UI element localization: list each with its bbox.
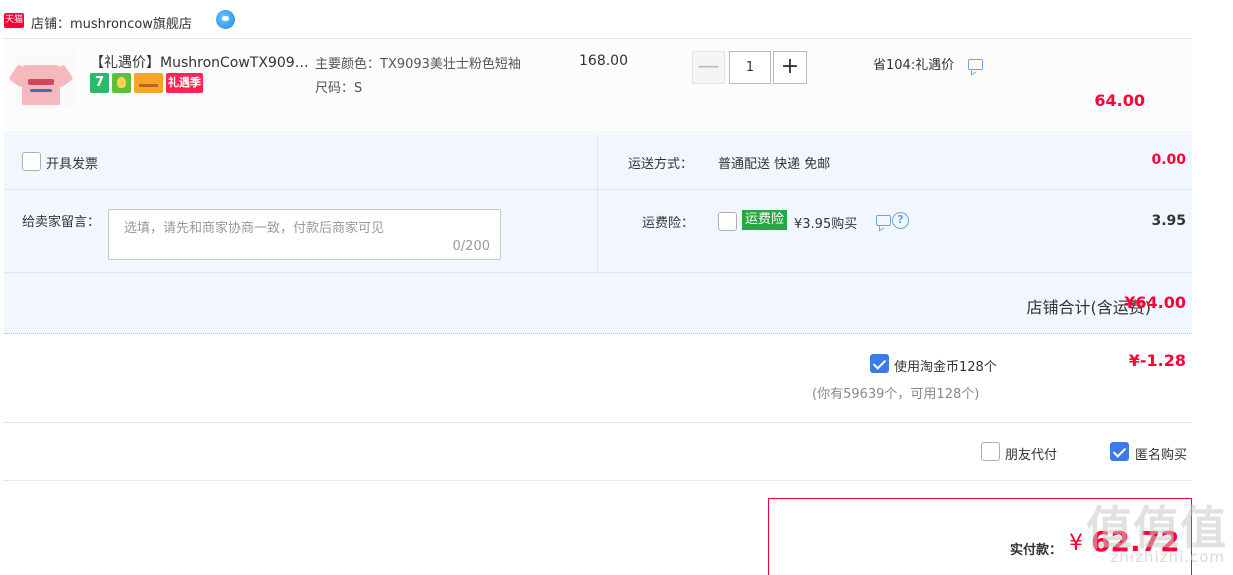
shipping-label: 运送方式： bbox=[628, 157, 694, 172]
coin-balance-note: (你有59639个，可用128个) bbox=[812, 387, 980, 402]
insurance-label: 运费险： bbox=[642, 216, 695, 231]
discount-text: 省104:礼遇价 bbox=[873, 58, 955, 73]
invoice-label[interactable]: 开具发票 bbox=[46, 153, 98, 172]
item-total-price: 64.00 bbox=[1094, 91, 1145, 110]
payment-label: 实付款： bbox=[1010, 543, 1063, 558]
comment-icon[interactable] bbox=[968, 59, 983, 70]
divider bbox=[4, 272, 1192, 273]
product-title-link[interactable]: 【礼遇价】MushronCowTX9093美壮士粉色短袖 bbox=[90, 52, 310, 72]
insurance-badge: 运费险 bbox=[742, 210, 788, 230]
quantity-increase-button[interactable]: + bbox=[773, 51, 807, 84]
char-count: 0/200 bbox=[452, 239, 490, 254]
shop-subtotal-value: ¥64.00 bbox=[1124, 293, 1186, 312]
shop-name-link[interactable]: 店铺：mushroncow旗舰店 bbox=[31, 13, 192, 32]
credit-card-icon bbox=[134, 73, 163, 93]
insurance-price: ¥3.95购买 bbox=[794, 217, 858, 232]
friend-pay-checkbox[interactable] bbox=[981, 442, 1000, 461]
seller-message-placeholder: 选填，请先和商家协商一致，付款后商家可见 bbox=[124, 221, 385, 236]
product-thumbnail[interactable] bbox=[8, 49, 76, 109]
insurance-fee: 3.95 bbox=[1151, 213, 1186, 229]
invoice-checkbox[interactable] bbox=[22, 152, 41, 171]
currency-symbol: ¥ bbox=[1069, 531, 1083, 556]
divider bbox=[597, 134, 598, 272]
sku-color: 主要颜色：TX9093美壮士粉色短袖 bbox=[315, 57, 521, 72]
unit-price: 168.00 bbox=[579, 53, 628, 69]
sku-info: 主要颜色：TX9093美壮士粉色短袖 尺码：S bbox=[315, 53, 555, 101]
divider bbox=[4, 422, 1192, 423]
help-icon[interactable]: ? bbox=[892, 212, 909, 229]
divider bbox=[4, 480, 1192, 481]
shop-header: 天猫 店铺：mushroncow旗舰店 bbox=[0, 6, 1192, 34]
tshirt-wave bbox=[30, 89, 52, 92]
tshirt-print bbox=[28, 79, 54, 85]
medal-icon bbox=[112, 73, 131, 93]
wangwang-chat-icon[interactable] bbox=[216, 10, 235, 29]
order-item-row: 【礼遇价】MushronCowTX9093美壮士粉色短袖 7 礼遇季 主要颜色：… bbox=[4, 38, 1192, 133]
coin-discount: ¥-1.28 bbox=[1128, 351, 1186, 370]
quantity-input[interactable]: 1 bbox=[729, 51, 771, 84]
insurance-checkbox[interactable] bbox=[718, 212, 737, 231]
anonymous-checkbox[interactable] bbox=[1110, 442, 1129, 461]
seller-message-input[interactable]: 选填，请先和商家协商一致，付款后商家可见 0/200 bbox=[108, 209, 501, 260]
shipping-fee: 0.00 bbox=[1151, 152, 1186, 168]
sku-size: 尺码：S bbox=[315, 81, 363, 96]
shipping-method: 普通配送 快递 免邮 bbox=[718, 157, 831, 172]
use-coins-label[interactable]: 使用淘金币128个 bbox=[894, 356, 997, 375]
divider bbox=[4, 189, 1192, 190]
tmall-icon: 天猫 bbox=[4, 13, 24, 28]
seller-message-label: 给卖家留言： bbox=[22, 215, 101, 230]
tshirt-body bbox=[22, 65, 60, 105]
anonymous-label[interactable]: 匿名购买 bbox=[1135, 444, 1187, 463]
gift-season-badge: 礼遇季 bbox=[166, 73, 203, 93]
comment-icon[interactable] bbox=[876, 215, 891, 226]
watermark-url: zhizhizhi.com bbox=[1110, 548, 1225, 566]
friend-pay-label[interactable]: 朋友代付 bbox=[1005, 444, 1057, 463]
seven-day-return-icon: 7 bbox=[90, 73, 109, 93]
use-coins-checkbox[interactable] bbox=[870, 354, 889, 373]
quantity-decrease-button[interactable]: — bbox=[692, 51, 725, 84]
